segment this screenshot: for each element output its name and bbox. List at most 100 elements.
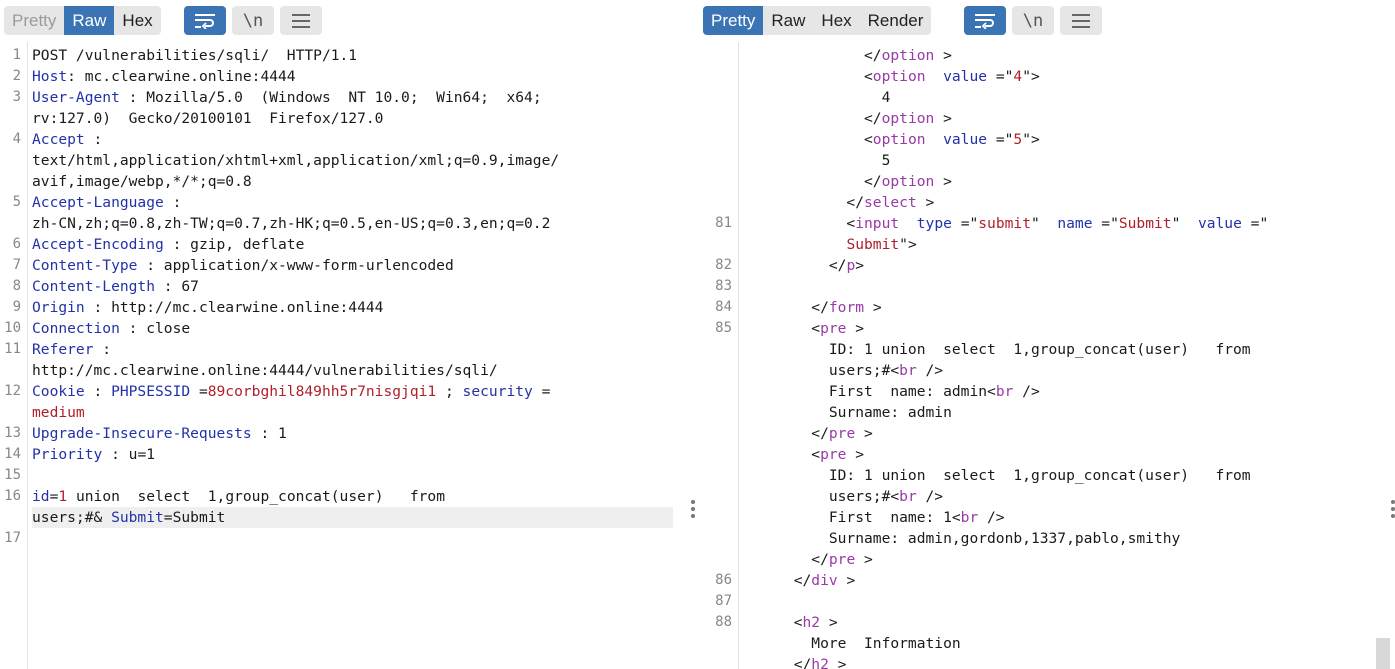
code-token: 1 [58, 488, 68, 505]
line-number: 15 [4, 467, 21, 483]
code-token: value [1197, 215, 1242, 232]
tab-raw[interactable]: Raw [763, 6, 813, 35]
code-line: Origin : http://mc.clearwine.online:4444 [32, 297, 383, 318]
code-token: > [846, 320, 865, 337]
code-line: POST /vulnerabilities/sqli/ HTTP/1.1 [32, 45, 357, 66]
tab-pretty[interactable]: Pretty [4, 6, 64, 35]
code-token: Accept-Language [32, 194, 164, 211]
code-line: Content-Length : 67 [32, 276, 199, 297]
response-scrollbar-thumb[interactable] [1376, 638, 1390, 669]
code-token: option [872, 68, 926, 85]
line-number: 6 [12, 236, 21, 252]
code-line: Priority : u=1 [32, 444, 155, 465]
response-pane: Pretty Raw Hex Render \n </option > <opt… [698, 0, 1395, 669]
code-token: Priority [32, 446, 103, 463]
line-number: 5 [12, 194, 21, 210]
line-number: 85 [715, 320, 732, 336]
response-editor[interactable]: </option > <option value ="4"> 4 </optio… [698, 45, 1395, 669]
line-number: 1 [12, 47, 21, 63]
tab-hex[interactable]: Hex [813, 6, 859, 35]
code-line: users;#& Submit=Submit [32, 507, 225, 528]
request-view-tabs: Pretty Raw Hex [4, 6, 161, 35]
pane-splitter[interactable] [688, 0, 698, 669]
code-token: : [84, 383, 112, 400]
code-token: http://mc.clearwine.online:4444/vulnerab… [32, 362, 498, 379]
code-token: </ [741, 656, 812, 669]
code-token: Submit [111, 509, 164, 526]
code-token: </ [741, 110, 882, 127]
code-line: First name: 1<br /> [741, 507, 1005, 528]
tab-raw[interactable]: Raw [64, 6, 115, 35]
line-number [698, 192, 732, 213]
code-line: zh-CN,zh;q=0.8,zh-TW;q=0.7,zh-HK;q=0.5,e… [32, 213, 550, 234]
tab-pretty[interactable]: Pretty [703, 6, 764, 35]
code-token: < [741, 320, 821, 337]
wrap-lines-button[interactable] [964, 6, 1006, 35]
request-editor[interactable]: 1 POST /vulnerabilities/sqli/ HTTP/1.1 2 Ho… [0, 45, 688, 669]
wrap-lines-icon [975, 13, 995, 29]
code-token: type [916, 215, 952, 232]
code-token: > [934, 173, 952, 190]
code-token: 4 [741, 89, 891, 106]
code-token: < [741, 446, 821, 463]
code-token: br [995, 383, 1014, 400]
code-token: div [811, 572, 838, 589]
code-token: 5 [741, 152, 891, 169]
code-token: select [864, 194, 917, 211]
code-token: =" [987, 131, 1014, 148]
code-token: form [828, 299, 865, 316]
code-token: </ [741, 257, 847, 274]
code-line: 4 [741, 87, 891, 108]
code-token: option [881, 110, 935, 127]
code-token: value [943, 131, 988, 148]
tab-render[interactable]: Render [860, 6, 932, 35]
code-token: 4 [1013, 68, 1023, 85]
code-token: More Information [741, 635, 961, 652]
request-menu-button[interactable] [280, 6, 322, 35]
line-number [698, 108, 732, 129]
code-line: Referer : [32, 339, 111, 360]
code-token: h2 [811, 656, 829, 669]
code-line: </option > [741, 45, 952, 66]
code-token: avif,image/webp,*/*;q=0.8 [32, 173, 252, 190]
code-token: Connection [32, 320, 120, 337]
code-line: <pre > [741, 318, 864, 339]
code-line: users;#<br /> [741, 486, 943, 507]
response-toolbar: Pretty Raw Hex Render \n [698, 0, 1395, 42]
right-edge-handle-icon [1391, 500, 1395, 521]
code-token: 89corbghil849hh5r7nisgjqi1 [207, 383, 437, 400]
code-token: br [899, 488, 917, 505]
request-toolbar: Pretty Raw Hex \n [0, 0, 688, 42]
code-token: input [855, 215, 900, 232]
code-line: Cookie : PHPSESSID =89corbghil849hh5r7ni… [32, 381, 550, 402]
wrap-lines-button[interactable] [184, 6, 226, 35]
code-line: rv:127.0) Gecko/20100101 Firefox/127.0 [32, 108, 383, 129]
code-token: p [846, 257, 856, 274]
response-menu-button[interactable] [1060, 6, 1102, 35]
show-newlines-button[interactable]: \n [1012, 6, 1054, 35]
code-line: Submit"> [741, 234, 916, 255]
line-number: 84 [715, 299, 732, 315]
code-token: : [93, 341, 112, 358]
code-line: <option value ="4"> [741, 66, 1040, 87]
code-token: = [190, 383, 208, 400]
code-line: </pre > [741, 549, 873, 570]
line-number: 87 [715, 593, 732, 609]
newline-icon: \n [1022, 10, 1044, 31]
code-token: =" [1241, 215, 1269, 232]
code-token: pre [828, 551, 856, 568]
tab-hex[interactable]: Hex [114, 6, 160, 35]
code-line: ID: 1 union select 1,group_concat(user) … [741, 339, 1251, 360]
code-token: br [899, 362, 917, 379]
code-token: /> [916, 362, 944, 379]
code-token: users;#< [741, 488, 900, 505]
code-token: h2 [802, 614, 821, 631]
code-token: Origin [32, 299, 85, 316]
show-newlines-button[interactable]: \n [232, 6, 274, 35]
code-line: </h2 > [741, 654, 847, 669]
code-token: First name: admin< [741, 383, 996, 400]
code-line: Upgrade-Insecure-Requests : 1 [32, 423, 287, 444]
line-number [698, 150, 732, 171]
request-pane: Pretty Raw Hex \n 1 POST /vulnerabilities… [0, 0, 688, 669]
